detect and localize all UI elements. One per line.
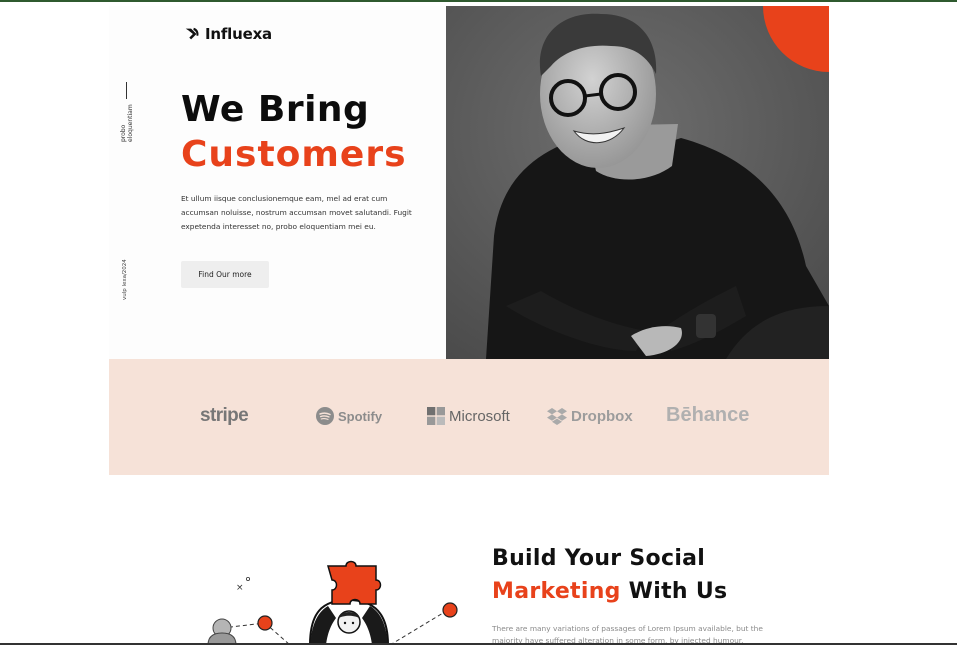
side-divider-line [126,82,128,100]
partner-dropbox-label: Dropbox [571,407,633,425]
hero-headline-line1: We Bring [181,89,370,130]
top-border [0,0,957,2]
svg-text:×: × [236,583,244,593]
section-title-line2: Marketing With Us [492,578,727,606]
microsoft-logo-icon [427,407,445,425]
puzzle-illustration: × [200,548,470,646]
find-out-more-button[interactable]: Find Our more [181,261,269,288]
dropbox-logo-icon [547,408,567,425]
hero-portrait-image [446,6,829,359]
spotify-logo-icon [316,407,334,425]
partner-behance: Bēhance [666,404,749,427]
partner-microsoft-label: Microsoft [449,407,510,425]
side-caption-top: probo eloquentiam [120,82,134,142]
section-title-rest: With Us [620,579,728,604]
hero-description: Et ullum iisque conclusionemque eam, mel… [181,194,412,231]
site-logo[interactable]: Influexa [183,25,272,43]
partner-stripe: stripe [200,405,249,427]
hero-headline-line2: Customers [181,134,407,175]
side-caption-bottom: vulp lexa/2024 [122,259,128,300]
partner-stripe-label: stripe [200,405,249,426]
partner-spotify: Spotify [316,407,382,425]
partner-microsoft: Microsoft [427,407,510,425]
logo-text: Influexa [205,25,272,43]
section-title-line1: Build Your Social [492,546,706,571]
partner-dropbox: Dropbox [547,407,633,425]
logo-mark-icon [185,27,199,40]
side-caption-top-text: probo eloquentiam [120,104,134,142]
section-title-accent: Marketing [492,579,621,604]
partner-spotify-label: Spotify [338,408,383,424]
partner-behance-label: Bēhance [666,404,750,426]
hero-left-panel [109,6,446,359]
